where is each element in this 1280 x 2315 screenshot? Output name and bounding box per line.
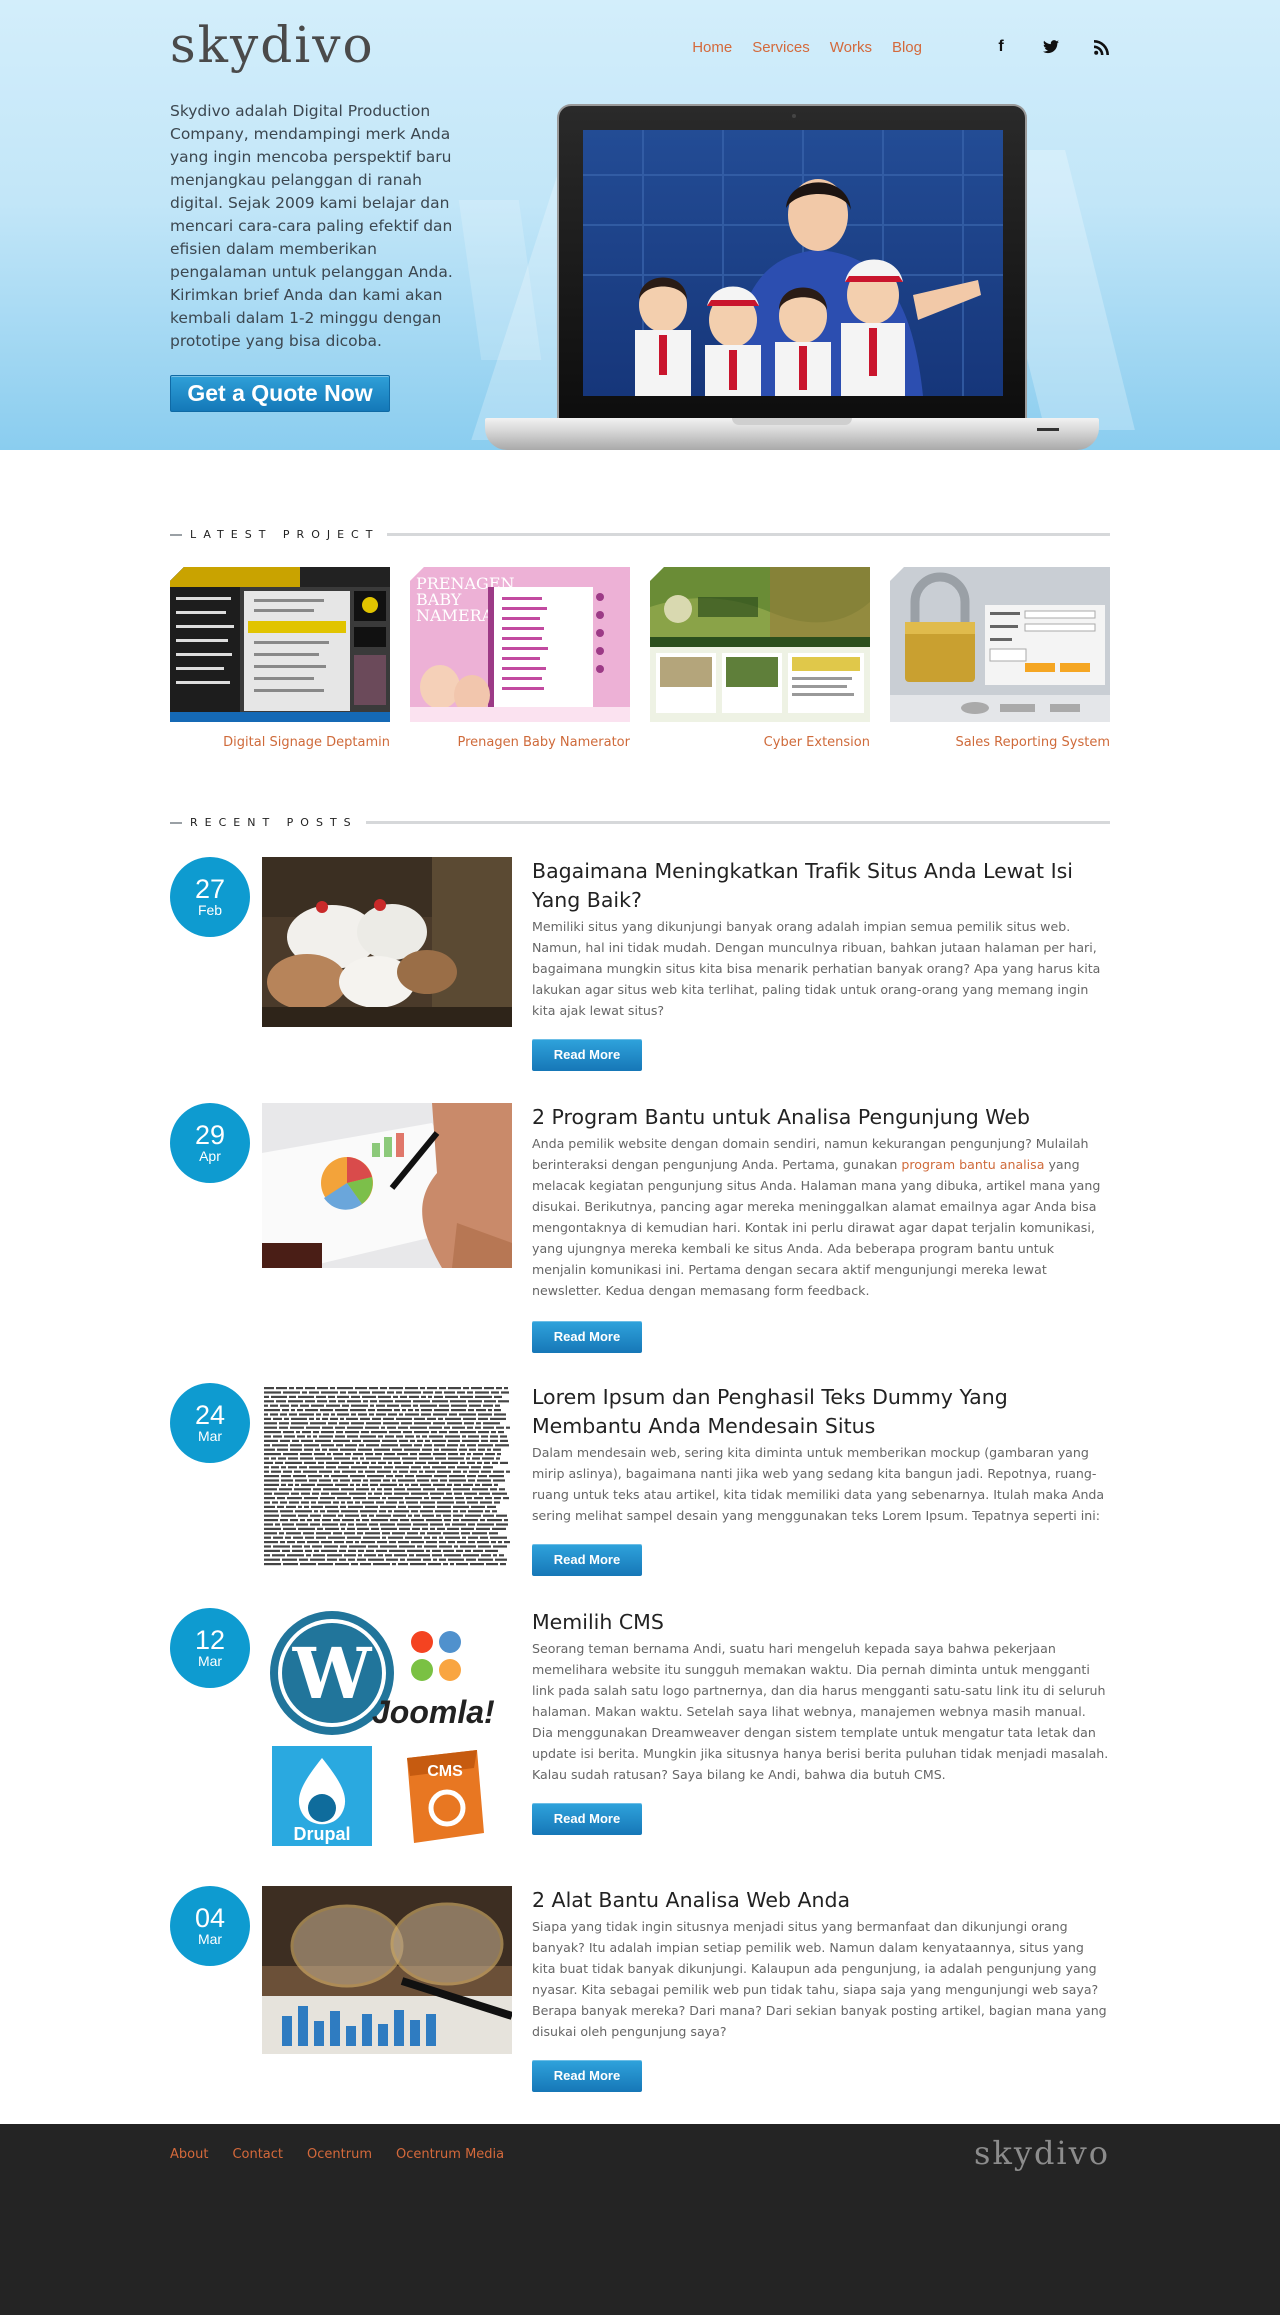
post-excerpt: Memiliki situs yang dikunjungi banyak or… (532, 919, 1101, 1018)
section-title: LATEST PROJECT (190, 528, 380, 541)
read-more-button[interactable]: Read More (532, 2060, 642, 2092)
read-more-button[interactable]: Read More (532, 1544, 642, 1576)
drupal-wordmark: Drupal (293, 1824, 350, 1844)
project-card[interactable]: Cyber Extension (650, 567, 870, 750)
hero: skydivo Home Services Works Blog f Skydi… (0, 0, 1280, 450)
footer-link-ocentrum-media[interactable]: Ocentrum Media (396, 2147, 504, 2162)
post-month: Mar (197, 1428, 223, 1444)
facebook-icon[interactable]: f (992, 38, 1010, 56)
cms-wordmark: CMS (427, 1763, 463, 1780)
post-title[interactable]: Bagaimana Meningkatkan Trafik Situs Anda… (532, 857, 1110, 915)
project-label[interactable]: Cyber Extension (650, 735, 870, 750)
post-day: 04 (194, 1903, 226, 1933)
post-image[interactable]: W Joomla! Drupal CMS (262, 1608, 512, 1858)
post-date-badge: 29 Apr (170, 1103, 250, 1183)
site-logo[interactable]: skydivo (170, 20, 375, 70)
rss-icon[interactable] (1092, 38, 1110, 56)
post-day: 29 (194, 1120, 226, 1150)
post-excerpt: Seorang teman bernama Andi, suatu hari m… (532, 1641, 1109, 1782)
project-thumbnail[interactable] (650, 567, 870, 722)
footer-link-contact[interactable]: Contact (232, 2147, 283, 2162)
excerpt-text: yang melacak kegiatan pengunjung situs A… (532, 1157, 1101, 1298)
nav-home[interactable]: Home (692, 39, 732, 56)
post-day: 12 (194, 1625, 226, 1655)
post-image[interactable] (262, 857, 512, 1027)
cms-box-icon: CMS (407, 1750, 484, 1843)
post-title[interactable]: Lorem Ipsum dan Penghasil Teks Dummy Yan… (532, 1383, 1110, 1441)
post-title[interactable]: Memilih CMS (532, 1608, 1110, 1637)
read-more-button[interactable]: Read More (532, 1039, 642, 1071)
footer-logo[interactable]: skydivo (974, 2134, 1110, 2172)
post-day: 24 (194, 1400, 226, 1430)
post-item: 04 Mar 2 Alat Bantu Analisa Web Anda Sia… (170, 1886, 1110, 2092)
post-image[interactable] (262, 1103, 512, 1268)
post-image[interactable] (262, 1886, 512, 2054)
project-thumbnail[interactable] (170, 567, 390, 722)
nav-works[interactable]: Works (830, 39, 872, 56)
post-body: 2 Program Bantu untuk Analisa Pengunjung… (532, 1103, 1110, 1353)
post-body: Memilih CMS Seorang teman bernama Andi, … (532, 1608, 1110, 1858)
read-more-button[interactable]: Read More (532, 1321, 642, 1353)
intro-text: Skydivo adalah Digital Production Compan… (170, 102, 453, 350)
laptop-showcase (485, 104, 1099, 450)
project-label[interactable]: Digital Signage Deptamin (170, 735, 390, 750)
post-month: Feb (197, 902, 223, 918)
footer-links: About Contact Ocentrum Ocentrum Media (170, 2147, 528, 2162)
nav-blog[interactable]: Blog (892, 39, 922, 56)
post-day: 27 (194, 874, 226, 904)
post-image[interactable] (262, 1383, 512, 1569)
read-more-button[interactable]: Read More (532, 1803, 642, 1835)
project-label[interactable]: Prenagen Baby Namerator (410, 735, 630, 750)
post-date-badge: 04 Mar (170, 1886, 250, 1966)
post-item: 24 Mar Lorem Ipsum dan Penghasil Teks Du… (170, 1383, 1110, 1576)
program-bantu-analisa-link[interactable]: program bantu analisa (901, 1157, 1044, 1172)
post-excerpt: Anda pemilik website dengan domain sendi… (532, 1133, 1110, 1301)
post-title[interactable]: 2 Alat Bantu Analisa Web Anda (532, 1886, 1110, 1915)
laptop-lid (557, 104, 1027, 422)
post-date-badge: 24 Mar (170, 1383, 250, 1463)
project-list: Digital Signage Deptamin PRENAGEN BABY N… (170, 567, 1110, 750)
get-quote-button[interactable]: Get a Quote Now (170, 375, 390, 412)
laptop-screen-image (583, 130, 1003, 396)
post-month: Apr (199, 1148, 221, 1164)
svg-text:W: W (292, 1632, 373, 1715)
post-body: 2 Alat Bantu Analisa Web Anda Siapa yang… (532, 1886, 1110, 2092)
post-body: Lorem Ipsum dan Penghasil Teks Dummy Yan… (532, 1383, 1110, 1576)
footer: About Contact Ocentrum Ocentrum Media sk… (0, 2124, 1280, 2315)
joomla-wordmark: Joomla! (372, 1694, 495, 1730)
post-month: Mar (197, 1653, 223, 1669)
post-month: Mar (197, 1931, 223, 1947)
post-list: 27 Feb Bagaimana Meningkatkan Trafik Sit… (170, 857, 1110, 2092)
latest-project-heading: LATEST PROJECT (170, 528, 1110, 541)
post-excerpt: Siapa yang tidak ingin situsnya menjadi … (532, 1919, 1107, 2039)
joomla-logo-icon (411, 1631, 461, 1681)
drupal-logo-icon: Drupal (272, 1746, 372, 1846)
nav-services[interactable]: Services (752, 39, 810, 56)
footer-link-about[interactable]: About (170, 2147, 208, 2162)
post-excerpt: Dalam mendesain web, sering kita diminta… (532, 1445, 1105, 1523)
post-item: 27 Feb Bagaimana Meningkatkan Trafik Sit… (170, 857, 1110, 1071)
project-label[interactable]: Sales Reporting System (890, 735, 1110, 750)
project-thumbnail[interactable]: PRENAGEN BABY NAMERATOR (410, 567, 630, 722)
post-title[interactable]: 2 Program Bantu untuk Analisa Pengunjung… (532, 1103, 1110, 1132)
recent-posts-heading: RECENT POSTS (170, 816, 1110, 829)
social-links: f (960, 38, 1110, 56)
section-title: RECENT POSTS (190, 816, 358, 829)
project-card[interactable]: PRENAGEN BABY NAMERATOR Prenagen Baby Na… (410, 567, 630, 750)
post-item: 29 Apr 2 Program Bantu untuk Analisa Pen… (170, 1103, 1110, 1353)
project-thumbnail[interactable] (890, 567, 1110, 722)
project-card[interactable]: Sales Reporting System (890, 567, 1110, 750)
post-date-badge: 27 Feb (170, 857, 250, 937)
project-card[interactable]: Digital Signage Deptamin (170, 567, 390, 750)
twitter-icon[interactable] (1042, 38, 1060, 56)
post-date-badge: 12 Mar (170, 1608, 250, 1688)
footer-link-ocentrum[interactable]: Ocentrum (307, 2147, 372, 2162)
main-nav: Home Services Works Blog f (672, 38, 1110, 56)
laptop-base (485, 418, 1099, 450)
post-item: 12 Mar W Joomla! Drupal CMS Memilih CMS … (170, 1608, 1110, 1858)
post-body: Bagaimana Meningkatkan Trafik Situs Anda… (532, 857, 1110, 1071)
